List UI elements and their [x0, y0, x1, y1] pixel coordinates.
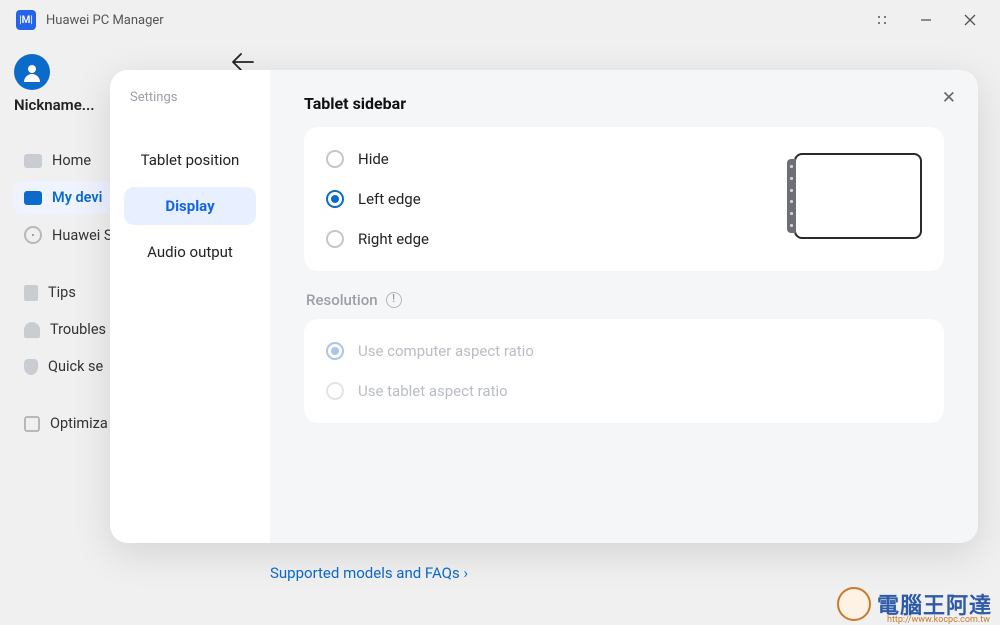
radio-tablet-aspect[interactable]: Use tablet aspect ratio [326, 371, 922, 411]
radio-computer-aspect[interactable]: Use computer aspect ratio [326, 331, 922, 371]
nav-label: Optimiza [50, 415, 108, 432]
shield-icon [24, 359, 38, 375]
radio-label: Right edge [358, 230, 429, 248]
radio-label: Use computer aspect ratio [358, 342, 534, 360]
radio-icon [326, 150, 344, 168]
radio-label: Hide [358, 150, 389, 168]
section-tablet-sidebar-title: Tablet sidebar [304, 94, 944, 113]
resolution-card: Use computer aspect ratio Use tablet asp… [304, 319, 944, 423]
modal-sidebar: Settings Tablet position Display Audio o… [110, 70, 270, 543]
compact-mode-button[interactable] [860, 4, 904, 36]
avatar[interactable] [14, 54, 50, 90]
radio-icon [326, 230, 344, 248]
nav-label: Troubles [50, 321, 106, 338]
devices-icon [24, 191, 42, 205]
section-resolution-title: Resolution [306, 291, 944, 309]
app-title: Huawei PC Manager [46, 13, 860, 28]
nav-label: Tips [48, 284, 76, 301]
app-icon: |M| [16, 10, 36, 30]
tablet-preview [794, 153, 922, 239]
nav-label: Quick se [48, 358, 103, 375]
watermark-face-icon [837, 587, 871, 621]
modal-content: ✕ Tablet sidebar Hide Left edge Right ed… [270, 70, 978, 543]
tab-display[interactable]: Display [124, 187, 256, 225]
watermark-url: http://www.kocpc.com.tw [887, 615, 990, 625]
settings-modal: Settings Tablet position Display Audio o… [110, 70, 978, 543]
radio-label: Use tablet aspect ratio [358, 382, 508, 400]
title-bar: |M| Huawei PC Manager [0, 0, 1000, 40]
signal-icon [24, 226, 42, 244]
modal-title: Settings [124, 90, 256, 105]
monitor-icon [24, 154, 42, 168]
minimize-button[interactable] [904, 4, 948, 36]
nav-label: Huawei S [52, 227, 113, 244]
radio-label: Left edge [358, 190, 421, 208]
modal-close-button[interactable]: ✕ [942, 88, 956, 108]
tab-audio-output[interactable]: Audio output [124, 233, 256, 271]
nav-label: Home [52, 152, 91, 169]
faq-link[interactable]: Supported models and FAQs › [270, 564, 468, 582]
wrench-icon [24, 322, 40, 338]
tab-tablet-position[interactable]: Tablet position [124, 141, 256, 179]
radio-icon [326, 382, 344, 400]
radio-icon [326, 190, 344, 208]
window-controls [860, 4, 992, 36]
close-button[interactable] [948, 4, 992, 36]
nav-label: My devi [52, 189, 102, 206]
tablet-sidebar-card: Hide Left edge Right edge [304, 127, 944, 271]
optimize-icon [24, 416, 40, 432]
tips-icon [24, 285, 38, 301]
radio-icon [326, 342, 344, 360]
chevron-right-icon: › [463, 564, 468, 582]
info-icon[interactable] [386, 292, 402, 308]
